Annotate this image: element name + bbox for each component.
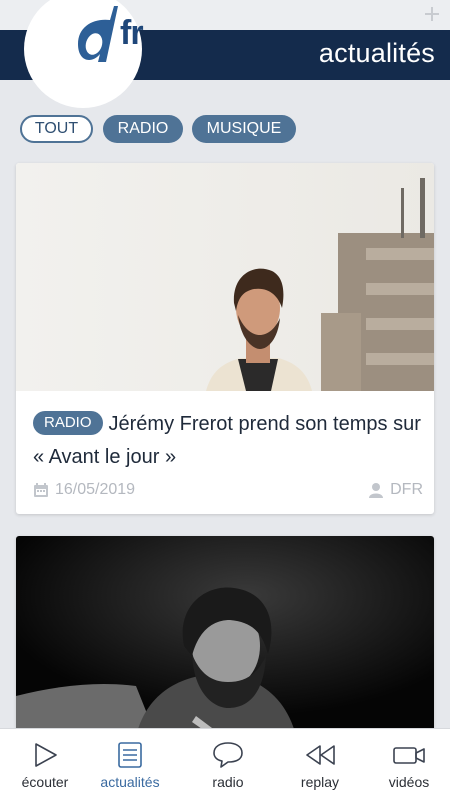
nav-label: actualités [100, 774, 160, 790]
rewind-icon [306, 745, 335, 765]
date-text: 16/05/2019 [55, 481, 136, 498]
bottom-navigation: écouter actualités radio replay vidéos [0, 728, 450, 800]
nav-label: replay [300, 774, 340, 790]
news-list-icon [118, 742, 142, 768]
nav-replay[interactable]: replay [275, 729, 365, 800]
chat-bubble-icon [213, 742, 243, 768]
dfr-logo[interactable]: fr [24, 0, 144, 108]
page-title: actualités [318, 38, 435, 68]
nav-label: vidéos [388, 774, 430, 790]
logo-d-mark-icon [78, 6, 118, 62]
category-badge[interactable]: RADIO [33, 411, 103, 435]
article-content: RADIO Jérémy Frerot prend son temps sur «… [33, 408, 423, 474]
article-image [16, 163, 434, 391]
calendar-icon [34, 483, 48, 497]
author-text: DFR [390, 481, 423, 498]
nav-ecouter[interactable]: écouter [0, 729, 90, 800]
nav-label: écouter [21, 774, 69, 790]
nav-radio[interactable]: radio [183, 729, 273, 800]
article-meta: 16/05/2019 DFR [33, 478, 423, 502]
nav-actualites[interactable]: actualités [85, 729, 175, 800]
nav-videos[interactable]: vidéos [364, 729, 450, 800]
plus-icon[interactable] [422, 4, 442, 24]
filter-musique[interactable]: MUSIQUE [192, 115, 296, 143]
article-card[interactable] [16, 536, 434, 736]
filter-radio[interactable]: RADIO [103, 115, 183, 143]
article-card[interactable]: RADIO Jérémy Frerot prend son temps sur «… [16, 163, 434, 514]
filter-tout[interactable]: TOUT [20, 115, 93, 143]
article-date: 16/05/2019 [33, 478, 135, 502]
video-camera-icon [393, 747, 425, 764]
logo-text: fr [120, 14, 144, 52]
play-icon [35, 743, 57, 767]
article-image [16, 536, 434, 736]
nav-label: radio [212, 774, 244, 790]
user-icon [369, 483, 384, 498]
article-author: DFR [368, 478, 423, 502]
